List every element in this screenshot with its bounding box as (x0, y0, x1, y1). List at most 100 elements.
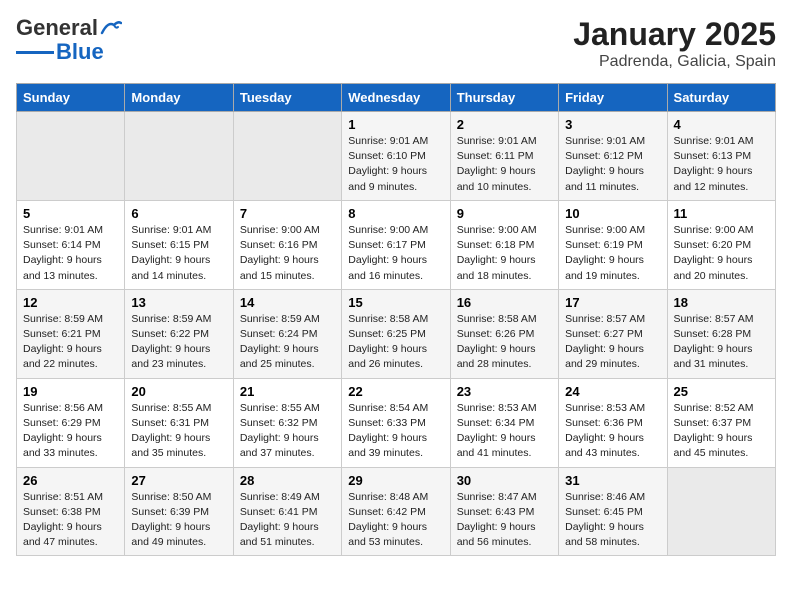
day-info: Sunrise: 8:46 AMSunset: 6:45 PMDaylight:… (565, 490, 660, 551)
day-info: Sunrise: 9:01 AMSunset: 6:15 PMDaylight:… (131, 223, 226, 284)
day-number: 30 (457, 473, 552, 488)
weekday-header: Monday (125, 84, 233, 112)
weekday-header: Wednesday (342, 84, 450, 112)
calendar-cell: 17 Sunrise: 8:57 AMSunset: 6:27 PMDayligh… (559, 289, 667, 378)
weekday-header: Friday (559, 84, 667, 112)
day-info: Sunrise: 8:53 AMSunset: 6:36 PMDaylight:… (565, 401, 660, 462)
day-info: Sunrise: 8:56 AMSunset: 6:29 PMDaylight:… (23, 401, 118, 462)
title-block: January 2025 Padrenda, Galicia, Spain (573, 16, 776, 71)
calendar-cell: 9 Sunrise: 9:00 AMSunset: 6:18 PMDaylight… (450, 200, 558, 289)
day-info: Sunrise: 8:59 AMSunset: 6:24 PMDaylight:… (240, 312, 335, 373)
day-info: Sunrise: 8:54 AMSunset: 6:33 PMDaylight:… (348, 401, 443, 462)
day-info: Sunrise: 9:00 AMSunset: 6:19 PMDaylight:… (565, 223, 660, 284)
day-info: Sunrise: 8:52 AMSunset: 6:37 PMDaylight:… (674, 401, 769, 462)
calendar-cell: 21 Sunrise: 8:55 AMSunset: 6:32 PMDayligh… (233, 378, 341, 467)
day-info: Sunrise: 9:00 AMSunset: 6:20 PMDaylight:… (674, 223, 769, 284)
day-number: 14 (240, 295, 335, 310)
day-number: 20 (131, 384, 226, 399)
day-info: Sunrise: 8:57 AMSunset: 6:28 PMDaylight:… (674, 312, 769, 373)
day-number: 6 (131, 206, 226, 221)
calendar-cell (667, 467, 775, 556)
day-info: Sunrise: 9:01 AMSunset: 6:12 PMDaylight:… (565, 134, 660, 195)
day-number: 8 (348, 206, 443, 221)
day-number: 26 (23, 473, 118, 488)
calendar-week-row: 12Sunrise: 8:59 AMSunset: 6:21 PMDayligh… (17, 289, 776, 378)
calendar-table: SundayMondayTuesdayWednesdayThursdayFrid… (16, 83, 776, 556)
day-number: 18 (674, 295, 769, 310)
day-number: 16 (457, 295, 552, 310)
day-number: 17 (565, 295, 660, 310)
calendar-cell: 11 Sunrise: 9:00 AMSunset: 6:20 PMDayligh… (667, 200, 775, 289)
weekday-header: Sunday (17, 84, 125, 112)
day-number: 4 (674, 117, 769, 132)
day-info: Sunrise: 9:01 AMSunset: 6:14 PMDaylight:… (23, 223, 118, 284)
calendar-cell: 8 Sunrise: 9:00 AMSunset: 6:17 PMDaylight… (342, 200, 450, 289)
day-info: Sunrise: 8:59 AMSunset: 6:22 PMDaylight:… (131, 312, 226, 373)
day-info: Sunrise: 8:49 AMSunset: 6:41 PMDaylight:… (240, 490, 335, 551)
calendar-week-row: 19 Sunrise: 8:56 AMSunset: 6:29 PMDayligh… (17, 378, 776, 467)
page-title: January 2025 (573, 16, 776, 53)
day-number: 15 (348, 295, 443, 310)
day-number: 21 (240, 384, 335, 399)
calendar-cell: 1Sunrise: 9:01 AMSunset: 6:10 PMDaylight… (342, 112, 450, 201)
calendar-cell: 14 Sunrise: 8:59 AMSunset: 6:24 PMDayligh… (233, 289, 341, 378)
day-number: 23 (457, 384, 552, 399)
day-info: Sunrise: 8:50 AMSunset: 6:39 PMDaylight:… (131, 490, 226, 551)
weekday-header: Saturday (667, 84, 775, 112)
calendar-cell: 15 Sunrise: 8:58 AMSunset: 6:25 PMDayligh… (342, 289, 450, 378)
calendar-cell (125, 112, 233, 201)
calendar-cell: 23Sunrise: 8:53 AMSunset: 6:34 PMDayligh… (450, 378, 558, 467)
calendar-week-row: 5 Sunrise: 9:01 AMSunset: 6:14 PMDaylight… (17, 200, 776, 289)
day-number: 22 (348, 384, 443, 399)
weekday-header: Thursday (450, 84, 558, 112)
day-info: Sunrise: 9:01 AMSunset: 6:10 PMDaylight:… (348, 134, 443, 195)
calendar-cell: 10Sunrise: 9:00 AMSunset: 6:19 PMDayligh… (559, 200, 667, 289)
calendar-cell: 22 Sunrise: 8:54 AMSunset: 6:33 PMDayligh… (342, 378, 450, 467)
calendar-cell: 6 Sunrise: 9:01 AMSunset: 6:15 PMDaylight… (125, 200, 233, 289)
logo-bird-icon (100, 19, 122, 35)
day-info: Sunrise: 8:58 AMSunset: 6:25 PMDaylight:… (348, 312, 443, 373)
calendar-cell (17, 112, 125, 201)
day-info: Sunrise: 8:51 AMSunset: 6:38 PMDaylight:… (23, 490, 118, 551)
calendar-cell: 20 Sunrise: 8:55 AMSunset: 6:31 PMDayligh… (125, 378, 233, 467)
day-info: Sunrise: 8:58 AMSunset: 6:26 PMDaylight:… (457, 312, 552, 373)
day-number: 25 (674, 384, 769, 399)
day-number: 28 (240, 473, 335, 488)
weekday-header-row: SundayMondayTuesdayWednesdayThursdayFrid… (17, 84, 776, 112)
day-info: Sunrise: 8:47 AMSunset: 6:43 PMDaylight:… (457, 490, 552, 551)
logo-blue-text: Blue (56, 40, 104, 64)
calendar-cell: 31 Sunrise: 8:46 AMSunset: 6:45 PMDayligh… (559, 467, 667, 556)
day-number: 9 (457, 206, 552, 221)
calendar-cell (233, 112, 341, 201)
calendar-cell: 26 Sunrise: 8:51 AMSunset: 6:38 PMDayligh… (17, 467, 125, 556)
logo: General Blue (16, 16, 122, 64)
day-number: 31 (565, 473, 660, 488)
page-subtitle: Padrenda, Galicia, Spain (573, 53, 776, 71)
calendar-cell: 2 Sunrise: 9:01 AMSunset: 6:11 PMDaylight… (450, 112, 558, 201)
day-number: 2 (457, 117, 552, 132)
day-info: Sunrise: 8:57 AMSunset: 6:27 PMDaylight:… (565, 312, 660, 373)
day-number: 13 (131, 295, 226, 310)
calendar-cell: 3Sunrise: 9:01 AMSunset: 6:12 PMDaylight… (559, 112, 667, 201)
day-number: 5 (23, 206, 118, 221)
calendar-cell: 24 Sunrise: 8:53 AMSunset: 6:36 PMDayligh… (559, 378, 667, 467)
calendar-cell: 5 Sunrise: 9:01 AMSunset: 6:14 PMDaylight… (17, 200, 125, 289)
day-number: 12 (23, 295, 118, 310)
calendar-cell: 4Sunrise: 9:01 AMSunset: 6:13 PMDaylight… (667, 112, 775, 201)
calendar-cell: 28 Sunrise: 8:49 AMSunset: 6:41 PMDayligh… (233, 467, 341, 556)
logo-text: General (16, 16, 98, 40)
day-info: Sunrise: 8:55 AMSunset: 6:31 PMDaylight:… (131, 401, 226, 462)
day-number: 11 (674, 206, 769, 221)
day-number: 24 (565, 384, 660, 399)
calendar-cell: 27Sunrise: 8:50 AMSunset: 6:39 PMDayligh… (125, 467, 233, 556)
day-info: Sunrise: 8:55 AMSunset: 6:32 PMDaylight:… (240, 401, 335, 462)
day-info: Sunrise: 8:48 AMSunset: 6:42 PMDaylight:… (348, 490, 443, 551)
page-header: General Blue January 2025 Padrenda, Gali… (16, 16, 776, 71)
day-info: Sunrise: 9:00 AMSunset: 6:17 PMDaylight:… (348, 223, 443, 284)
day-number: 19 (23, 384, 118, 399)
day-info: Sunrise: 9:00 AMSunset: 6:16 PMDaylight:… (240, 223, 335, 284)
day-info: Sunrise: 9:01 AMSunset: 6:11 PMDaylight:… (457, 134, 552, 195)
calendar-cell: 29Sunrise: 8:48 AMSunset: 6:42 PMDayligh… (342, 467, 450, 556)
day-info: Sunrise: 9:00 AMSunset: 6:18 PMDaylight:… (457, 223, 552, 284)
calendar-week-row: 26 Sunrise: 8:51 AMSunset: 6:38 PMDayligh… (17, 467, 776, 556)
